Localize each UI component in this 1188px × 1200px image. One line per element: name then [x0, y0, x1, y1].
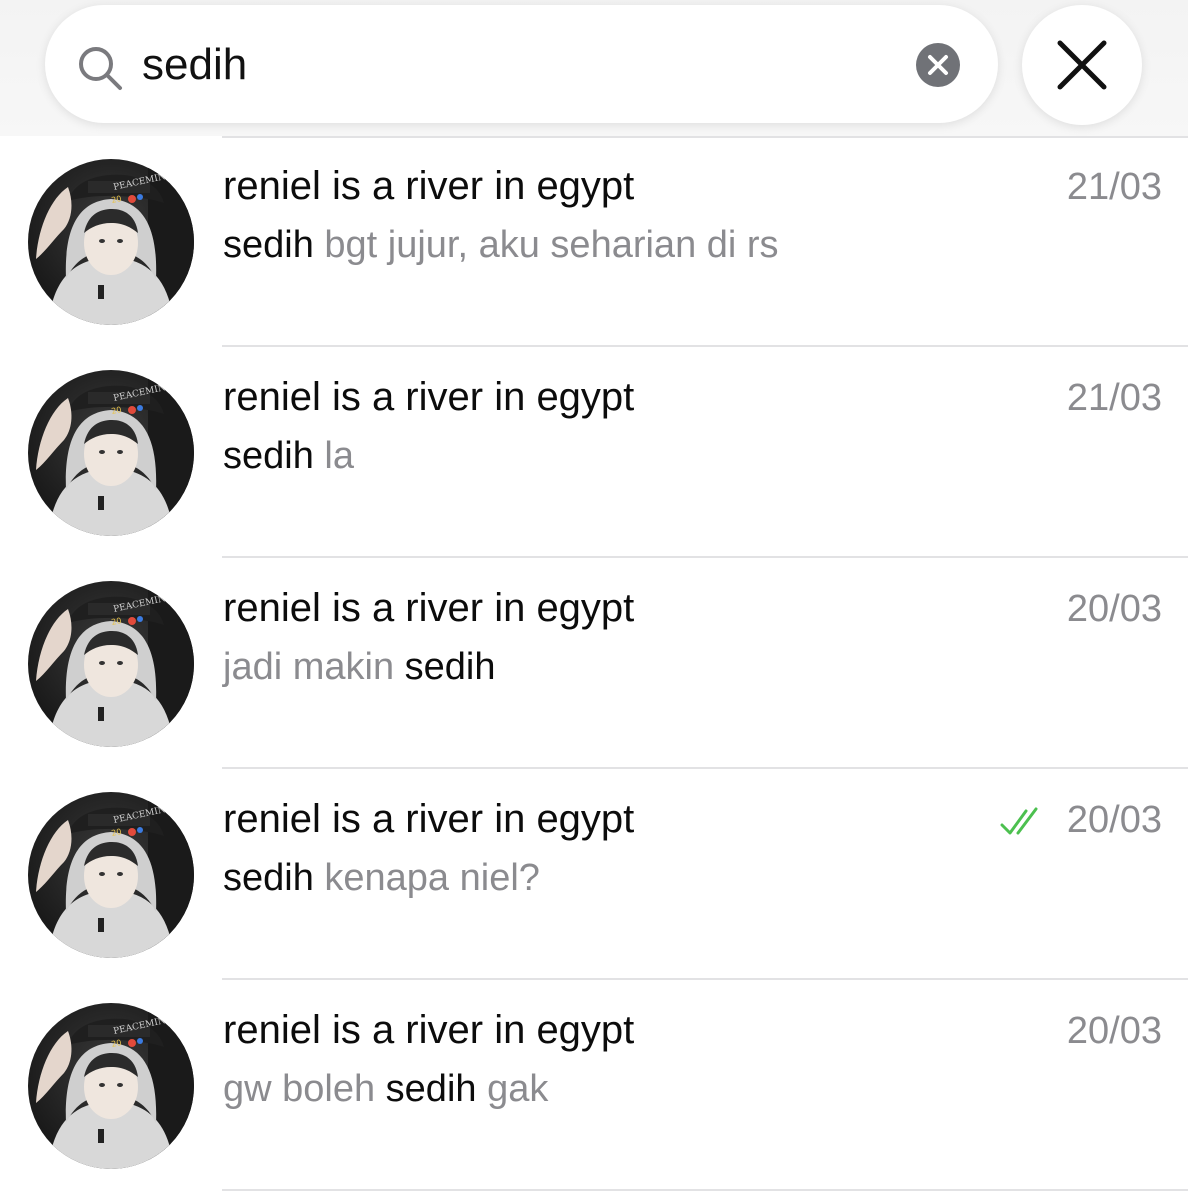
- message-snippet: jadi makin sedih: [223, 646, 495, 689]
- avatar: PEACEMIN 20: [28, 370, 194, 536]
- search-result-row[interactable]: PEACEMIN 20 reniel is a river in egypt 20…: [0, 980, 1188, 1191]
- chat-name: reniel is a river in egypt: [223, 586, 635, 630]
- message-date: 20/03: [1066, 799, 1162, 841]
- avatar: PEACEMIN 20: [28, 581, 194, 747]
- search-result-row[interactable]: PEACEMIN 20 reniel is a river in egypt 2…: [0, 769, 1188, 980]
- chat-name: reniel is a river in egypt: [223, 164, 635, 208]
- snippet-match: sedih: [223, 857, 314, 899]
- message-date: 21/03: [1066, 166, 1162, 208]
- message-date: 20/03: [1066, 588, 1162, 630]
- avatar: PEACEMIN 20: [28, 1003, 194, 1169]
- snippet-match: sedih: [404, 646, 496, 688]
- message-snippet: gw boleh sedih gak: [223, 1068, 548, 1111]
- clear-x-circle-icon: [928, 55, 948, 75]
- message-date: 21/03: [1066, 377, 1162, 419]
- search-icon: [76, 44, 124, 92]
- snippet-text: la: [313, 435, 354, 477]
- search-result-row[interactable]: PEACEMIN 20 reniel is a river in egypt 21…: [0, 136, 1188, 347]
- message-snippet: sedih la: [223, 435, 354, 478]
- row-divider: [222, 1189, 1188, 1191]
- snippet-match: sedih: [385, 1068, 477, 1110]
- snippet-match: sedih: [223, 435, 314, 477]
- search-result-row[interactable]: PEACEMIN 20 reniel is a river in egypt 21…: [0, 347, 1188, 558]
- message-date: 20/03: [1066, 1010, 1162, 1052]
- snippet-text: kenapa niel?: [313, 857, 540, 899]
- chat-name: reniel is a river in egypt: [223, 797, 635, 841]
- clear-search-button[interactable]: [916, 43, 960, 87]
- message-snippet: sedih bgt jujur, aku seharian di rs: [223, 224, 779, 267]
- search-input[interactable]: [142, 30, 882, 100]
- avatar: PEACEMIN 20: [28, 792, 194, 958]
- snippet-text: jadi makin: [223, 646, 405, 688]
- read-double-check-icon: [1000, 805, 1046, 839]
- snippet-text: bgt jujur, aku seharian di rs: [313, 224, 779, 266]
- close-icon: [1057, 40, 1107, 90]
- search-result-row[interactable]: PEACEMIN 20 reniel is a river in egypt 20…: [0, 558, 1188, 769]
- chat-name: reniel is a river in egypt: [223, 1008, 635, 1052]
- search-results-list: PEACEMIN 20 reniel is a river in egypt 21…: [0, 136, 1188, 1200]
- avatar: PEACEMIN 20: [28, 159, 194, 325]
- snippet-text: gak: [476, 1068, 549, 1110]
- search-header: [0, 0, 1188, 136]
- close-search-button[interactable]: [1022, 5, 1142, 125]
- message-snippet: sedih kenapa niel?: [223, 857, 540, 900]
- snippet-match: sedih: [223, 224, 314, 266]
- snippet-text: gw boleh: [223, 1068, 386, 1110]
- chat-name: reniel is a river in egypt: [223, 375, 635, 419]
